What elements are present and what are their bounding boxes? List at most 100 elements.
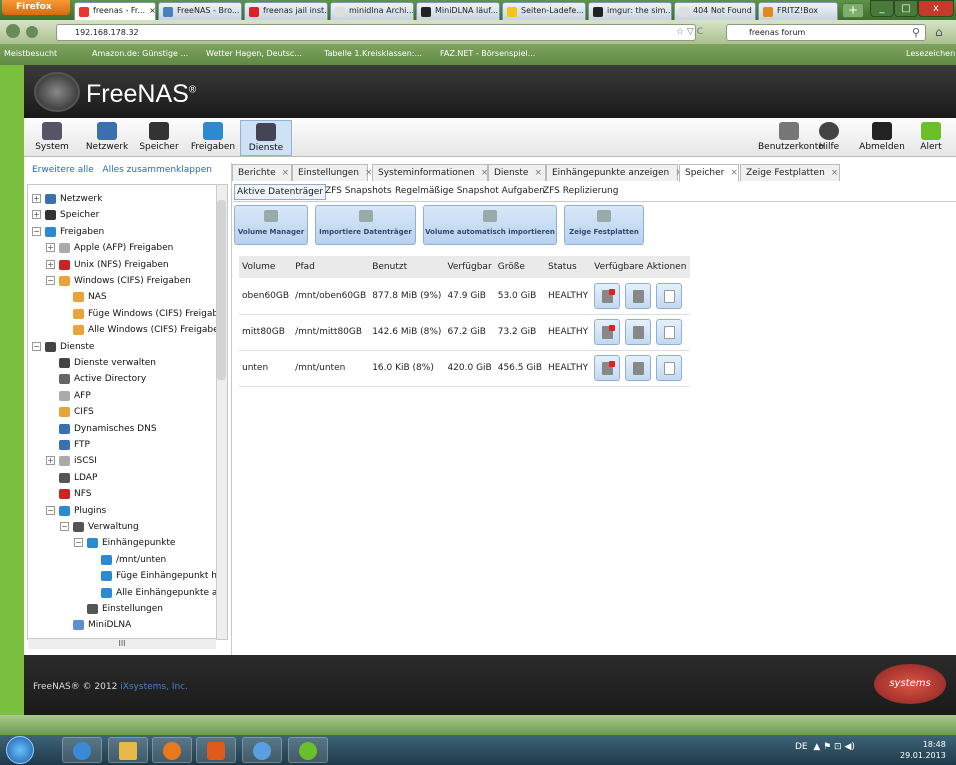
action-button-0[interactable]: Volume Manager xyxy=(234,205,308,245)
tree-item[interactable]: Dynamisches DNS xyxy=(28,423,227,437)
tree-item[interactable]: Dienste verwalten xyxy=(28,357,227,371)
home-icon[interactable]: ⌂ xyxy=(935,25,943,39)
browser-tab[interactable]: Seiten-Ladefe... xyxy=(502,2,586,20)
tree-horizontal-scrollbar[interactable]: III xyxy=(28,638,216,649)
browser-tab[interactable]: freenas jail inst... xyxy=(244,2,328,20)
browser-tab[interactable]: imgur: the sim... xyxy=(588,2,672,20)
bookmark-item[interactable]: Meistbesucht xyxy=(4,49,57,58)
tree-item[interactable]: LDAP xyxy=(28,472,227,486)
expand-all-link[interactable]: Erweitere alle xyxy=(32,165,94,175)
bookmark-item[interactable]: Wetter Hagen, Deutsc... xyxy=(206,49,302,58)
expand-icon[interactable]: + xyxy=(46,456,55,466)
forward-icon[interactable] xyxy=(26,26,38,38)
bookmark-item[interactable]: Tabelle 1.Kreisklassen:... xyxy=(324,49,422,58)
expand-icon[interactable]: + xyxy=(32,210,41,220)
action-button-2[interactable]: Volume automatisch importieren xyxy=(423,205,557,245)
toolbar-freigaben-button[interactable]: Freigaben xyxy=(190,120,236,156)
toolbar-hilfe-button[interactable]: Hilfe xyxy=(812,120,846,156)
tree-item[interactable]: − Freigaben xyxy=(28,226,227,240)
tree-item[interactable]: + Speicher xyxy=(28,209,227,223)
tree-item[interactable]: CIFS xyxy=(28,406,227,420)
collapse-icon[interactable]: − xyxy=(32,226,41,236)
tab-systeminformationen[interactable]: Systeminformationen × xyxy=(372,164,488,181)
tree-item[interactable]: NFS xyxy=(28,488,227,502)
collapse-icon[interactable]: − xyxy=(46,276,55,285)
browser-tab[interactable]: FreeNAS - Bro... xyxy=(158,2,242,20)
taskbar-app-icon[interactable] xyxy=(242,737,282,763)
change-permissions-button[interactable] xyxy=(625,355,652,381)
tree-item[interactable]: Active Directory xyxy=(28,373,227,387)
browser-tab[interactable]: freenas - Fr... × xyxy=(74,2,156,20)
new-tab-button[interactable]: + xyxy=(842,3,864,18)
tree-scrollbar-thumb[interactable] xyxy=(217,200,226,380)
tab-einhängepunkte-anzeigen[interactable]: Einhängepunkte anzeigen× xyxy=(546,164,683,181)
close-window-button[interactable]: x xyxy=(918,0,954,17)
toolbar-speicher-button[interactable]: Speicher xyxy=(136,120,182,156)
taskbar-firefox-icon[interactable] xyxy=(152,737,192,763)
collapse-all-link[interactable]: Alles zusammenklappen xyxy=(102,165,212,175)
collapse-icon[interactable]: − xyxy=(32,341,41,351)
clock[interactable]: 18:48 29.01.2013 xyxy=(900,739,946,761)
firefox-menu-button[interactable]: Firefox xyxy=(2,0,70,15)
collapse-icon[interactable]: − xyxy=(46,505,55,515)
toolbar-netzwerk-button[interactable]: Netzwerk xyxy=(84,120,130,156)
tree-item[interactable]: AFP xyxy=(28,390,227,404)
volume-status-button[interactable] xyxy=(656,282,683,309)
bookmark-item[interactable]: FAZ.NET - Börsenspiel... xyxy=(440,49,535,58)
tree-item[interactable]: /mnt/unten xyxy=(28,554,227,568)
detach-volume-button[interactable] xyxy=(594,355,621,381)
collapse-icon[interactable]: − xyxy=(74,538,83,548)
action-button-3[interactable]: Zeige Festplatten xyxy=(564,205,644,245)
collapse-icon[interactable]: − xyxy=(60,522,69,531)
subtab-item[interactable]: ZFS Snapshots xyxy=(323,184,394,198)
tab-speicher[interactable]: Speicher × xyxy=(679,164,739,182)
start-button[interactable] xyxy=(6,736,34,764)
close-tab-icon[interactable]: × xyxy=(831,168,839,178)
tree-item[interactable]: − Plugins xyxy=(28,505,227,519)
tree-item[interactable]: + Unix (NFS) Freigaben xyxy=(28,259,227,273)
tree-item[interactable]: − Windows (CIFS) Freigaben xyxy=(28,275,227,289)
tree-item[interactable]: + Netzwerk xyxy=(28,193,227,207)
expand-icon[interactable]: + xyxy=(46,259,55,269)
change-permissions-button[interactable] xyxy=(625,282,652,309)
reload-icon[interactable]: ☆ ▽ C xyxy=(676,27,703,37)
tree-item[interactable]: − Einhängepunkte xyxy=(28,537,227,551)
taskbar-media-icon[interactable] xyxy=(196,737,236,763)
taskbar-ie-icon[interactable] xyxy=(62,737,102,763)
tree-item[interactable]: + iSCSI xyxy=(28,455,227,469)
maximize-button[interactable]: □ xyxy=(894,0,918,17)
tree-item[interactable]: FTP xyxy=(28,439,227,453)
bookmark-item[interactable]: Amazon.de: Günstige ... xyxy=(92,49,188,58)
tab-zeige-festplatten[interactable]: Zeige Festplatten × xyxy=(740,164,840,181)
tab-dienste[interactable]: Dienste × xyxy=(488,164,546,181)
close-tab-icon[interactable]: × xyxy=(534,168,542,178)
browser-tab[interactable]: FRITZ!Box xyxy=(758,2,838,20)
expand-icon[interactable]: + xyxy=(32,194,41,203)
close-tab-icon[interactable]: × xyxy=(282,168,290,178)
tree-item[interactable]: MiniDLNA xyxy=(28,619,227,633)
tree-item[interactable]: Füge Einhängepunkt hir xyxy=(28,570,227,584)
toolbar-alert-button[interactable]: Alert xyxy=(914,120,948,156)
tree-item[interactable]: + Apple (AFP) Freigaben xyxy=(28,242,227,256)
tab-berichte[interactable]: Berichte × xyxy=(232,164,292,181)
browser-tab[interactable]: minidlna Archi... xyxy=(330,2,414,20)
action-button-1[interactable]: Importiere Datenträger xyxy=(315,205,416,245)
tree-item[interactable]: Alle Einhängepunkte ar xyxy=(28,587,227,601)
toolbar-benutzerkonto-button[interactable]: Benutzerkonto xyxy=(758,120,824,156)
tree-item[interactable]: NAS xyxy=(28,291,227,305)
taskbar-explorer-icon[interactable] xyxy=(108,737,148,763)
browser-tab[interactable]: 404 Not Found xyxy=(674,2,756,20)
toolbar-system-button[interactable]: System xyxy=(30,120,74,156)
close-tab-icon[interactable]: × xyxy=(730,168,738,178)
subtab-item[interactable]: Regelmäßige Snapshot Aufgaben xyxy=(393,184,547,198)
toolbar-abmelden-button[interactable]: Abmelden xyxy=(858,120,906,156)
url-bar[interactable]: 192.168.178.32 xyxy=(56,24,696,41)
back-icon[interactable] xyxy=(6,24,20,38)
volume-status-button[interactable] xyxy=(656,355,683,381)
language-indicator[interactable]: DE xyxy=(795,742,808,752)
taskbar-icq-icon[interactable] xyxy=(288,737,328,763)
tree-item[interactable]: Füge Windows (CIFS) Freigab xyxy=(28,308,227,322)
expand-icon[interactable]: + xyxy=(46,243,55,253)
tree-item[interactable]: Alle Windows (CIFS) Freigabe xyxy=(28,324,227,338)
search-icon[interactable]: ⚲ xyxy=(912,26,920,39)
